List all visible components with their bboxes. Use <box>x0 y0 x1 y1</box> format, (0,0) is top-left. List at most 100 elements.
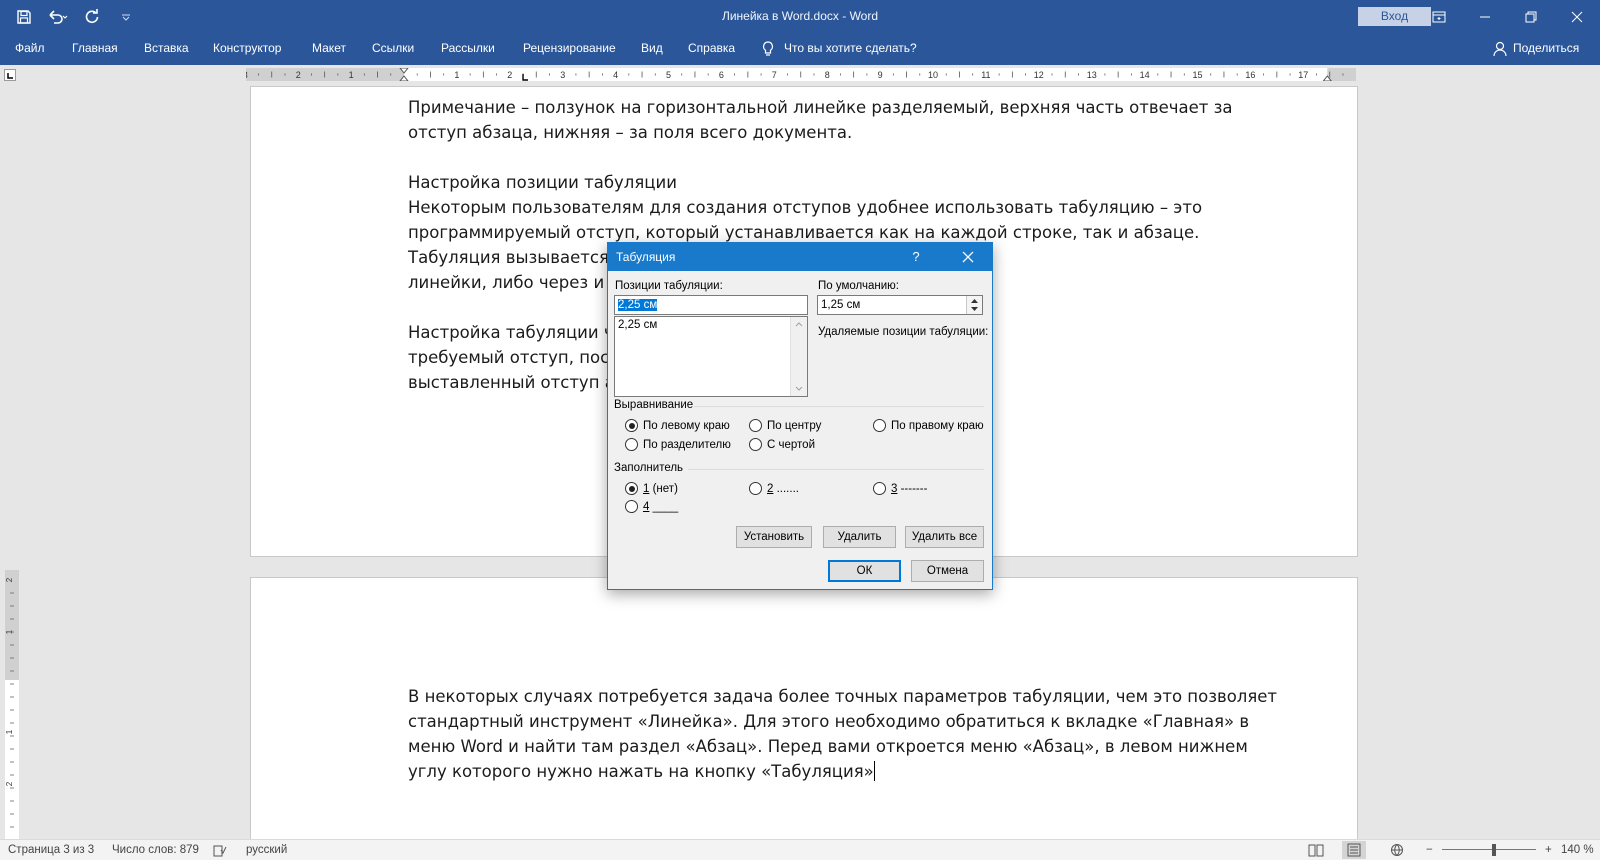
align-bar-radio[interactable]: С чертой <box>749 438 815 451</box>
align-decimal-radio[interactable]: По разделителю <box>625 438 731 451</box>
ok-button[interactable]: ОК <box>828 560 901 582</box>
leader-dots-radio[interactable]: 2 ....... <box>749 482 799 495</box>
text-line[interactable] <box>408 145 1233 170</box>
spin-up-icon[interactable] <box>971 299 978 303</box>
share-button[interactable]: Поделиться <box>1493 33 1579 64</box>
text-line-content[interactable]: углу которого нужно нажать на кнопку «Та… <box>408 762 874 781</box>
tab-mailings[interactable]: Рассылки <box>441 33 495 64</box>
align-left-radio[interactable]: По левому краю <box>625 419 730 432</box>
list-scrollbar[interactable] <box>790 317 807 396</box>
leader-text: ____ <box>649 500 679 513</box>
close-window-button[interactable] <box>1554 0 1600 33</box>
radio-label: По левому краю <box>643 419 730 432</box>
ruler-label: 7 <box>772 70 777 80</box>
ribbon-tabs: Файл Главная Вставка Конструктор Макет С… <box>0 33 1600 65</box>
ruler-label: 2 <box>507 70 512 80</box>
zoom-level[interactable]: 140 % <box>1561 840 1594 860</box>
list-item[interactable]: 2,25 см <box>618 319 657 331</box>
tab-insert[interactable]: Вставка <box>144 33 189 64</box>
tab-file[interactable]: Файл <box>15 33 45 64</box>
dialog-close-button[interactable] <box>948 243 988 271</box>
text-line[interactable]: В некоторых случаях потребуется задача б… <box>408 684 1277 709</box>
minimize-button[interactable] <box>1462 0 1508 33</box>
ruler-label: 8 <box>825 70 830 80</box>
text-line[interactable]: Примечание – ползунок на горизонтальной … <box>408 95 1233 120</box>
print-layout-icon[interactable] <box>1342 841 1366 859</box>
leader-text: ------- <box>897 482 928 495</box>
leader-text: ....... <box>773 482 799 495</box>
leader-group-label: Заполнитель <box>614 462 684 474</box>
default-tab-stops-spinner[interactable] <box>966 296 982 314</box>
text-line[interactable]: отступ абзаца, нижняя – за поля всего до… <box>408 120 1233 145</box>
read-mode-icon[interactable] <box>1308 843 1324 860</box>
spin-down-icon[interactable] <box>971 307 978 311</box>
leader-underline-radio[interactable]: 4 ____ <box>625 500 678 513</box>
restore-button[interactable] <box>1508 0 1554 33</box>
text-caret <box>873 761 875 781</box>
scroll-up-icon[interactable] <box>795 322 803 327</box>
web-layout-icon[interactable] <box>1390 843 1406 860</box>
tab-review[interactable]: Рецензирование <box>523 33 616 64</box>
default-tab-stops-input[interactable]: 1,25 см <box>817 295 983 315</box>
left-tab-icon <box>7 73 13 79</box>
tell-me-box[interactable]: Что вы хотите сделать? <box>762 33 917 64</box>
ruler-label: 2 <box>5 781 14 786</box>
tab-position-input[interactable]: 2,25 см <box>614 295 808 315</box>
zoom-slider[interactable] <box>1442 849 1536 850</box>
tab-position-value: 2,25 см <box>618 299 658 311</box>
tab-stops-to-clear-label: Удаляемые позиции табуляции: <box>818 326 989 338</box>
text-line[interactable]: углу которого нужно нажать на кнопку «Та… <box>408 759 1277 784</box>
tab-layout[interactable]: Макет <box>312 33 346 64</box>
tab-design[interactable]: Конструктор <box>213 33 281 64</box>
text-line[interactable]: меню Word и найти там раздел «Абзац». Пе… <box>408 734 1277 759</box>
zoom-in-button[interactable]: + <box>1545 840 1552 860</box>
ruler-label: 5 <box>666 70 671 80</box>
dialog-title: Табуляция <box>616 250 676 264</box>
tab-home[interactable]: Главная <box>72 33 118 64</box>
zoom-slider-thumb[interactable] <box>1492 844 1496 856</box>
tab-positions-label: Позиции табуляции: <box>615 280 723 292</box>
ruler-label: 10 <box>928 70 938 80</box>
ruler-label: 1 <box>349 70 354 80</box>
window-controls <box>1416 0 1600 33</box>
leader-dashes-radio[interactable]: 3 ------- <box>873 482 927 495</box>
radio-label: По центру <box>767 419 822 432</box>
horizontal-ruler[interactable]: 3211234567891011121314151617 <box>246 68 1356 81</box>
tab-help[interactable]: Справка <box>688 33 735 64</box>
scroll-down-icon[interactable] <box>795 386 803 391</box>
restore-icon <box>1525 11 1537 22</box>
text-line[interactable]: стандартный инструмент «Линейка». Для эт… <box>408 709 1277 734</box>
leader-none-radio[interactable]: 1 (нет) <box>625 482 678 495</box>
heading-line[interactable]: Настройка позиции табуляции <box>408 170 1233 195</box>
tab-positions-list[interactable]: 2,25 см <box>614 316 808 397</box>
clear-all-button[interactable]: Удалить все <box>905 526 984 548</box>
radio-label: По правому краю <box>891 419 984 432</box>
close-icon <box>962 251 974 263</box>
align-center-radio[interactable]: По центру <box>749 419 821 432</box>
tab-view[interactable]: Вид <box>641 33 663 64</box>
ruler-label: 3 <box>560 70 565 80</box>
tab-references[interactable]: Ссылки <box>372 33 414 64</box>
set-button[interactable]: Установить <box>736 526 812 548</box>
document-page[interactable]: В некоторых случаях потребуется задача б… <box>251 578 1357 840</box>
close-icon <box>1571 11 1583 22</box>
clear-button[interactable]: Удалить <box>823 526 896 548</box>
help-button[interactable]: ? <box>904 243 928 271</box>
text-line[interactable]: Некоторым пользователям для создания отс… <box>408 195 1233 220</box>
zoom-out-button[interactable]: − <box>1426 840 1433 860</box>
word-count[interactable]: Число слов: 879 <box>112 840 199 860</box>
proofing-icon[interactable] <box>213 844 227 860</box>
dialog-title-bar[interactable]: Табуляция ? <box>608 243 992 271</box>
cancel-button[interactable]: Отмена <box>911 560 984 582</box>
ribbon-display-options-button[interactable] <box>1416 0 1462 33</box>
ruler-label: 13 <box>1087 70 1097 80</box>
tab-selector-button[interactable] <box>4 69 16 81</box>
page-count[interactable]: Страница 3 из 3 <box>8 840 94 860</box>
ruler-label: 2 <box>5 577 14 582</box>
vertical-ruler[interactable]: 2112 <box>5 570 19 840</box>
language-indicator[interactable]: русский <box>246 840 287 860</box>
align-right-radio[interactable]: По правому краю <box>873 419 984 432</box>
ruler-label: 1 <box>454 70 459 80</box>
radio-label: 1 (нет) <box>643 483 678 495</box>
page-2-text[interactable]: В некоторых случаях потребуется задача б… <box>408 684 1277 784</box>
